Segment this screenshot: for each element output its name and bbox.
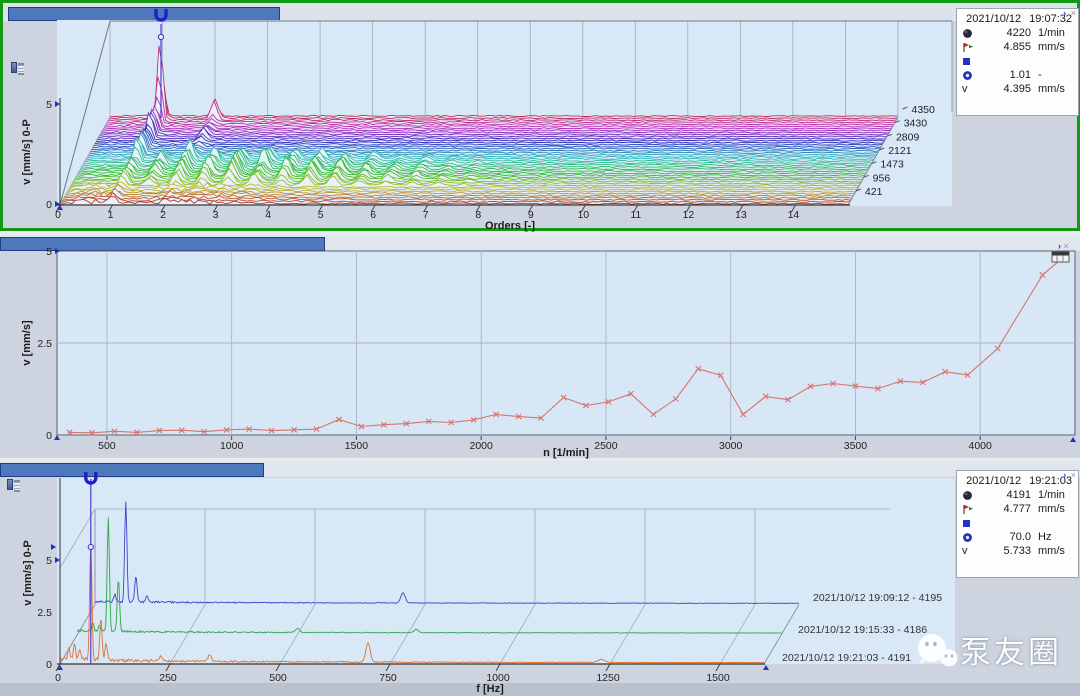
info-row-rpm: 4220 1/min <box>957 26 1078 40</box>
info-row-marker <box>957 54 1078 68</box>
panel-settings-icon[interactable] <box>7 479 20 492</box>
info-row-marker <box>957 516 1078 530</box>
waterfall-panel <box>0 0 1080 231</box>
info-row-rpm: 4191 1/min <box>957 488 1078 502</box>
trend-titlebar[interactable] <box>0 237 325 251</box>
info-row-v: v 5.733 mm/s <box>962 545 1065 557</box>
v-label: v <box>962 83 968 95</box>
speed-icon <box>962 28 977 39</box>
square-icon <box>962 518 977 529</box>
info-expand-close-icons[interactable]: › × <box>1063 8 1077 18</box>
spectra-titlebar[interactable] <box>0 463 264 477</box>
panel-settings-icon[interactable] <box>11 62 24 75</box>
trend-panel <box>0 235 1080 458</box>
info-row-peak: 4.855 mm/s <box>957 40 1078 54</box>
flag-icon <box>962 42 977 53</box>
info-row-v: v 4.395 mm/s <box>962 83 1065 95</box>
vibration-analysis-app: { "watermark": {"text": "泵友圈"}, "cursor_… <box>0 0 1080 696</box>
cursor-info-bottom: › × 2021/10/12 19:21:03 4191 1/min 4.777 … <box>956 470 1079 578</box>
cursor-date-time: 2021/10/12 19:07:32 <box>966 13 1072 25</box>
cursor-info-top: › × 2021/10/12 19:07:32 4220 1/min 4.855 … <box>956 8 1079 116</box>
target-icon <box>962 70 977 81</box>
waterfall-titlebar[interactable] <box>8 7 280 21</box>
info-row-peak: 4.777 mm/s <box>957 502 1078 516</box>
info-row-freq-cursor: 70.0 Hz <box>957 530 1078 544</box>
flag-icon <box>962 504 977 515</box>
info-expand-close-icons[interactable]: › × <box>1063 470 1077 480</box>
square-icon <box>962 56 977 67</box>
info-row-order-cursor: 1.01 - <box>957 68 1078 82</box>
cursor-date-time: 2021/10/12 19:21:03 <box>966 475 1072 487</box>
spectra-panel <box>0 461 1080 696</box>
target-icon <box>962 532 977 543</box>
v-label: v <box>962 545 968 557</box>
speed-icon <box>962 490 977 501</box>
trend-panel-controls[interactable]: › × <box>1058 241 1069 251</box>
bottom-scroll-strip[interactable] <box>0 683 1080 696</box>
